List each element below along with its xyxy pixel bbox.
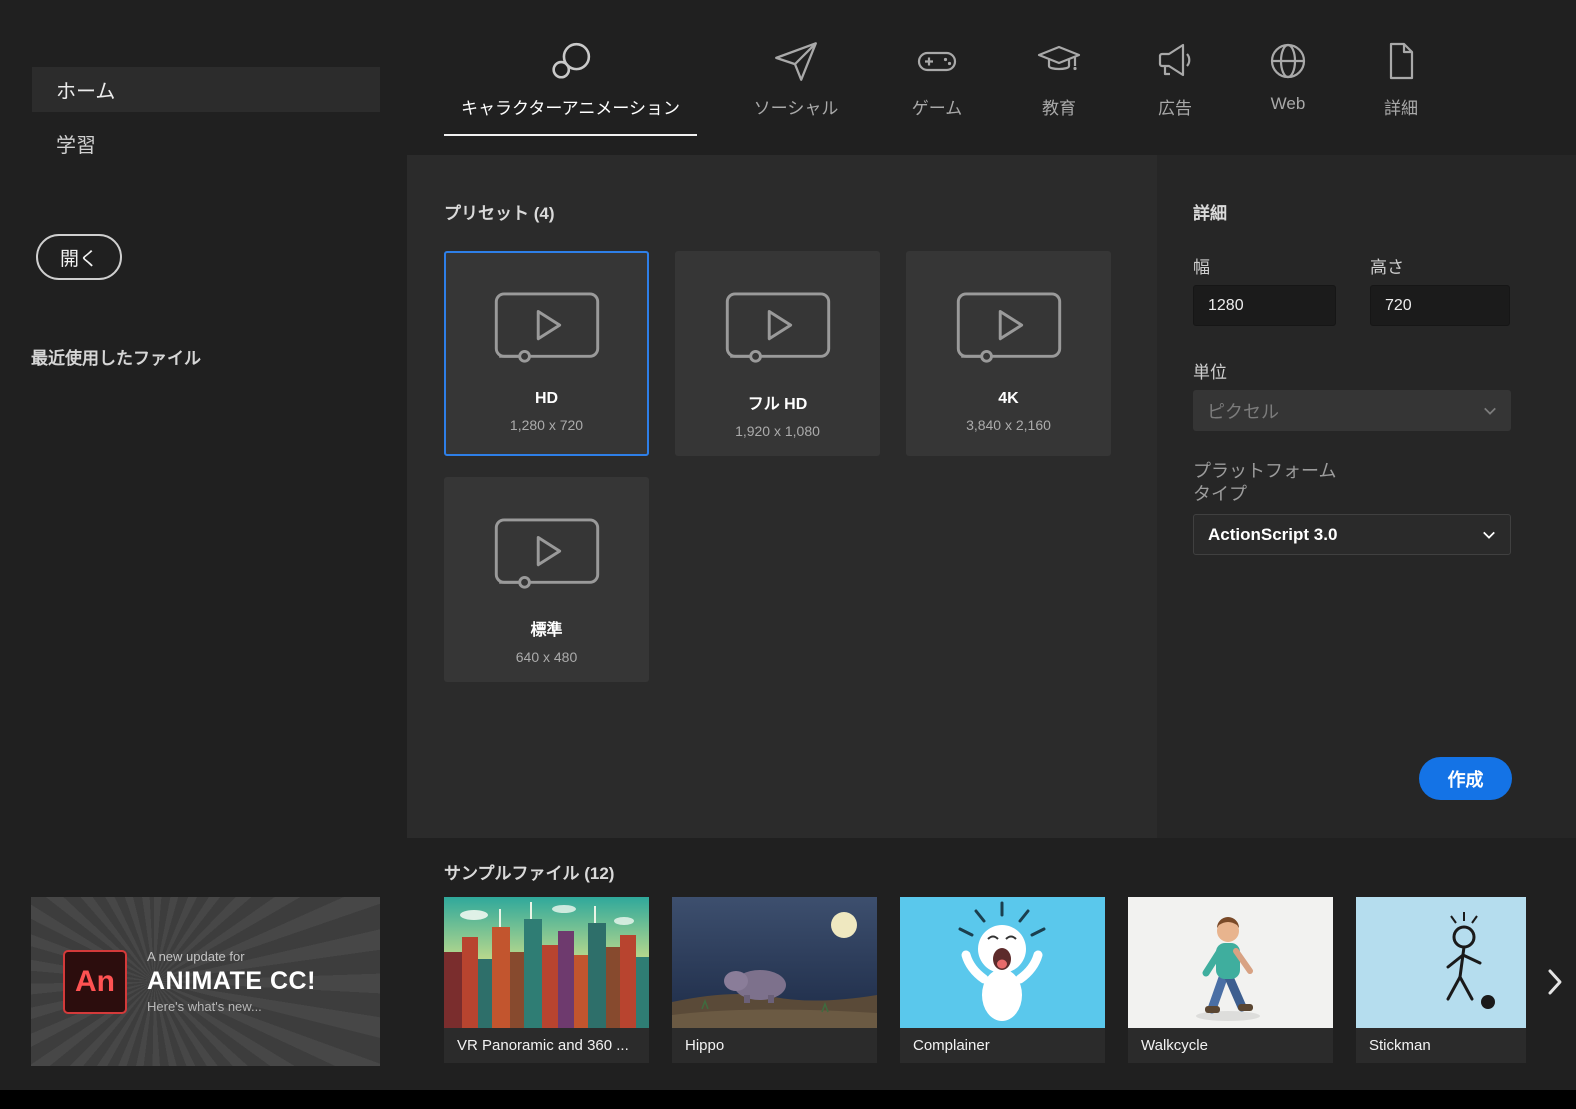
banner-line2: ANIMATE CC! <box>147 967 316 995</box>
height-input[interactable] <box>1370 285 1510 326</box>
tab-advanced[interactable]: 詳細 <box>1365 0 1437 155</box>
open-button[interactable]: 開く <box>36 234 122 280</box>
preset-size: 640 x 480 <box>515 649 578 665</box>
tab-advertising[interactable]: 広告 <box>1139 0 1211 155</box>
tab-label: ゲーム <box>911 99 963 118</box>
units-label: 単位 <box>1193 363 1227 382</box>
samples-next-chevron-icon[interactable] <box>1542 962 1568 1002</box>
presets-title: プリセット (4) <box>444 204 555 223</box>
megaphone-icon <box>1151 28 1199 94</box>
sample-caption: Hippo <box>672 1028 877 1063</box>
preset-name: 標準 <box>530 622 563 639</box>
width-label: 幅 <box>1193 258 1210 277</box>
tab-game[interactable]: ゲーム <box>895 0 979 155</box>
sample-caption: Stickman <box>1356 1028 1526 1063</box>
tab-label: 詳細 <box>1384 99 1418 118</box>
sidebar-item-home-label: ホーム <box>56 81 116 103</box>
sample-thumbnail-complainer <box>900 897 1105 1028</box>
sample-thumbnail-night-hippo <box>672 897 877 1028</box>
tab-label: ソーシャル <box>753 99 839 118</box>
video-preset-icon <box>493 517 601 600</box>
sample-caption: VR Panoramic and 360 ... <box>444 1028 649 1063</box>
banner-line3: Here's what's new... <box>147 999 262 1014</box>
animate-start-screen: ホーム 学習 開く 最近使用したファイル キャラクターアニメーション ソーシャル <box>0 0 1576 1109</box>
recent-files-label: 最近使用したファイル <box>31 349 201 368</box>
video-preset-icon <box>493 291 601 374</box>
tab-label: 広告 <box>1158 99 1192 118</box>
sample-caption: Complainer <box>900 1028 1105 1063</box>
tab-label: Web <box>1270 94 1306 113</box>
animate-logo: An <box>63 949 127 1014</box>
tab-education[interactable]: 教育 <box>1023 0 1095 155</box>
sidebar-item-home[interactable]: ホーム <box>32 67 380 112</box>
platform-type-value: ActionScript 3.0 <box>1208 524 1338 544</box>
chevron-down-icon <box>1482 525 1496 545</box>
sample-thumbnail-stickman <box>1356 897 1526 1028</box>
preset-card-4k[interactable]: 4K 3,840 x 2,160 <box>906 251 1111 456</box>
preset-card-full-hd[interactable]: フル HD 1,920 x 1,080 <box>675 251 880 456</box>
paper-plane-icon <box>771 28 821 94</box>
presets-panel: プリセット (4) HD 1,280 x 720 フル HD 1,920 x 1… <box>407 155 1157 838</box>
sample-file-stickman[interactable]: Stickman <box>1356 897 1526 1063</box>
chevron-down-icon <box>1483 400 1497 421</box>
preset-card-standard[interactable]: 標準 640 x 480 <box>444 477 649 682</box>
sample-file-walkcycle[interactable]: Walkcycle <box>1128 897 1333 1063</box>
sidebar-item-learn[interactable]: 学習 <box>32 122 380 164</box>
sample-file-hippo[interactable]: Hippo <box>672 897 877 1063</box>
character-animation-icon <box>545 28 597 94</box>
video-preset-icon <box>955 291 1063 374</box>
width-input[interactable] <box>1193 285 1336 326</box>
details-panel: 詳細 幅 高さ 単位 ピクセル プラットフォームタイプ ActionScript… <box>1157 155 1576 838</box>
tab-label: キャラクターアニメーション <box>461 99 680 118</box>
globe-icon <box>1264 28 1312 94</box>
banner-line1: A new update for <box>147 949 245 964</box>
samples-row: VR Panoramic and 360 ... Hippo Complaine… <box>444 897 1526 1063</box>
units-select-value: ピクセル <box>1207 401 1279 422</box>
details-title: 詳細 <box>1193 204 1227 223</box>
tab-web[interactable]: Web <box>1255 0 1321 155</box>
preset-grid: HD 1,280 x 720 フル HD 1,920 x 1,080 4K 3,… <box>444 251 1111 682</box>
animate-update-banner[interactable]: An A new update for ANIMATE CC! Here's w… <box>31 897 380 1066</box>
height-label: 高さ <box>1370 258 1404 277</box>
platform-type-label: プラットフォームタイプ <box>1193 461 1337 504</box>
tab-character-animation[interactable]: キャラクターアニメーション <box>444 0 697 155</box>
sample-thumbnail-cityscape <box>444 897 649 1028</box>
sample-thumbnail-walkcycle <box>1128 897 1333 1028</box>
document-icon <box>1377 28 1425 94</box>
samples-title: サンプルファイル (12) <box>444 864 615 883</box>
category-tabs: キャラクターアニメーション ソーシャル ゲーム 教育 広告 Web 詳細 <box>444 0 1437 155</box>
gamepad-icon <box>913 28 961 94</box>
graduation-cap-icon <box>1035 28 1083 94</box>
platform-type-select[interactable]: ActionScript 3.0 <box>1193 514 1511 555</box>
preset-card-hd[interactable]: HD 1,280 x 720 <box>444 251 649 456</box>
tab-label: 教育 <box>1042 99 1076 118</box>
bottom-strip <box>0 1090 1576 1109</box>
banner-text: A new update for ANIMATE CC! Here's what… <box>147 949 316 1014</box>
preset-name: 4K <box>998 390 1019 407</box>
sidebar-item-learn-label: 学習 <box>56 134 96 157</box>
create-button[interactable]: 作成 <box>1419 757 1512 800</box>
sample-file-vr-panoramic[interactable]: VR Panoramic and 360 ... <box>444 897 649 1063</box>
preset-name: フル HD <box>747 396 808 413</box>
units-select[interactable]: ピクセル <box>1193 390 1511 431</box>
sample-file-complainer[interactable]: Complainer <box>900 897 1105 1063</box>
tab-social[interactable]: ソーシャル <box>741 0 851 155</box>
video-preset-icon <box>724 291 832 374</box>
preset-name: HD <box>534 390 559 407</box>
preset-size: 3,840 x 2,160 <box>966 417 1051 433</box>
sample-caption: Walkcycle <box>1128 1028 1333 1063</box>
preset-size: 1,920 x 1,080 <box>735 423 820 439</box>
preset-size: 1,280 x 720 <box>509 417 584 433</box>
